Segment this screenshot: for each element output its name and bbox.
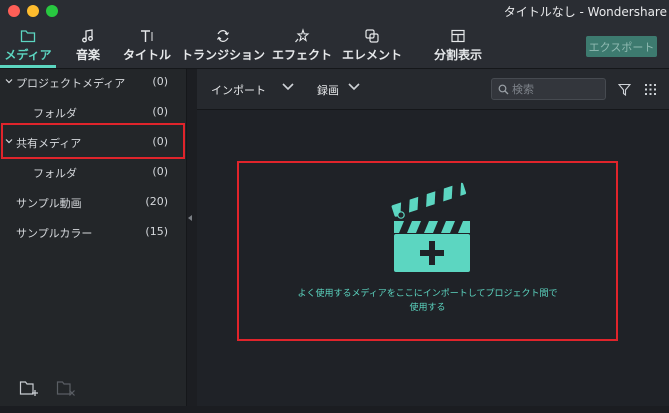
effects-icon bbox=[295, 28, 310, 43]
tab-music-label: 音楽 bbox=[75, 48, 100, 62]
elements-icon bbox=[365, 29, 379, 43]
tab-titles[interactable]: タイトル bbox=[120, 22, 174, 68]
tab-elements-label: エレメント bbox=[341, 48, 402, 62]
bottom-edge bbox=[0, 406, 669, 413]
import-dropdown[interactable]: インポート bbox=[211, 82, 266, 98]
folder-icon bbox=[20, 30, 36, 43]
drop-zone-hint: よく使用するメディアをここにインポートしてプロジェクト間で 使用する bbox=[237, 287, 618, 315]
tab-effects-label: エフェクト bbox=[271, 48, 332, 62]
sidebar-item-count: (15) bbox=[145, 225, 168, 238]
drop-zone-hint-line2: 使用する bbox=[409, 303, 446, 313]
collapse-sidebar-icon[interactable] bbox=[188, 215, 192, 221]
sidebar-item-count: (0) bbox=[152, 75, 168, 88]
filter-icon[interactable] bbox=[618, 83, 631, 96]
transition-icon bbox=[217, 30, 229, 42]
sidebar-item-label: サンプル動画 bbox=[16, 197, 82, 210]
zoom-window-button[interactable] bbox=[46, 5, 58, 17]
sidebar-item-sample-colors[interactable]: サンプルカラー (15) bbox=[0, 220, 186, 244]
drop-zone-hint-line1: よく使用するメディアをここにインポートしてプロジェクト間で bbox=[297, 289, 558, 299]
tab-media-label: メディア bbox=[4, 48, 52, 62]
export-button[interactable]: エクスポート bbox=[586, 36, 657, 57]
sidebar-item-count: (0) bbox=[152, 105, 168, 118]
sidebar-item-project-media[interactable]: プロジェクトメディア (0) bbox=[0, 70, 186, 94]
sidebar-item-label: フォルダ bbox=[33, 107, 77, 120]
close-window-button[interactable] bbox=[8, 5, 20, 17]
search-input[interactable] bbox=[512, 81, 602, 97]
chevron-down-icon[interactable] bbox=[347, 82, 361, 92]
tab-transitions-label: トランジション bbox=[180, 48, 265, 62]
delete-folder-icon[interactable] bbox=[56, 379, 76, 397]
tab-split-screen[interactable]: 分割表示 bbox=[428, 22, 488, 68]
shared-media-highlight bbox=[1, 123, 185, 159]
sidebar-item-shared-folder[interactable]: フォルダ (0) bbox=[0, 160, 186, 184]
minimize-window-button[interactable] bbox=[27, 5, 39, 17]
record-dropdown[interactable]: 録画 bbox=[317, 82, 339, 98]
tab-effects[interactable]: エフェクト bbox=[270, 22, 334, 68]
title-text-icon bbox=[141, 30, 153, 42]
chevron-down-icon bbox=[5, 79, 13, 84]
title-bar: タイトルなし - Wondershare bbox=[0, 0, 669, 22]
sidebar-item-count: (0) bbox=[152, 165, 168, 178]
sidebar-item-label: フォルダ bbox=[33, 167, 77, 180]
window-title: タイトルなし - Wondershare bbox=[503, 5, 667, 19]
media-search-box bbox=[491, 78, 606, 100]
tab-elements[interactable]: エレメント bbox=[340, 22, 404, 68]
music-note-icon bbox=[82, 29, 93, 43]
tab-transitions[interactable]: トランジション bbox=[180, 22, 266, 68]
split-screen-icon bbox=[451, 29, 465, 43]
tab-music[interactable]: 音楽 bbox=[68, 22, 108, 68]
sidebar-item-project-folder[interactable]: フォルダ (0) bbox=[0, 100, 186, 124]
tab-media[interactable]: メディア bbox=[0, 22, 56, 68]
sidebar-item-label: サンプルカラー bbox=[16, 227, 93, 240]
sidebar-item-label: プロジェクトメディア bbox=[16, 77, 126, 90]
tab-split-screen-label: 分割表示 bbox=[433, 48, 482, 62]
search-icon bbox=[498, 84, 509, 95]
chevron-down-icon[interactable] bbox=[281, 82, 295, 92]
grid-view-icon[interactable] bbox=[644, 83, 657, 96]
main-toolbar: メディア 音楽 タイトル トランジション エフェクト エレメント 分割表示 bbox=[0, 22, 669, 69]
tab-titles-label: タイトル bbox=[122, 48, 171, 62]
clapperboard-add-icon[interactable] bbox=[388, 182, 478, 278]
sidebar-item-sample-videos[interactable]: サンプル動画 (20) bbox=[0, 190, 186, 214]
new-folder-icon[interactable] bbox=[19, 379, 39, 397]
sidebar-item-count: (20) bbox=[145, 195, 168, 208]
